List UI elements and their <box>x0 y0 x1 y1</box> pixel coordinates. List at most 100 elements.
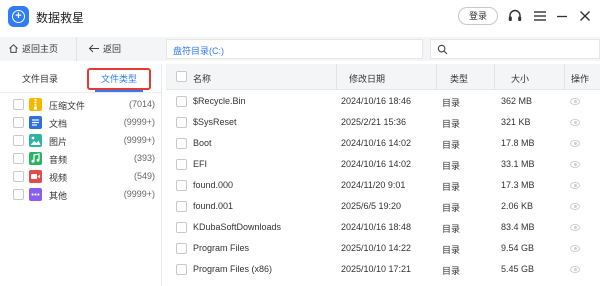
preview-eye-icon[interactable] <box>570 203 580 210</box>
file-name: KDubaSoftDownloads <box>193 222 282 232</box>
app-title: 数据救星 <box>36 11 85 25</box>
tab-file-directory[interactable]: 文件目录 <box>10 68 70 90</box>
home-label: 返回主页 <box>22 44 59 54</box>
select-all-checkbox[interactable] <box>176 71 187 82</box>
modified-date: 2024/11/20 9:01 <box>341 180 406 190</box>
modified-date: 2024/10/16 18:46 <box>341 96 412 106</box>
image-icon <box>29 134 42 147</box>
file-size: 9.54 GB <box>501 243 535 253</box>
row-checkbox[interactable] <box>176 159 187 170</box>
row-checkbox[interactable] <box>176 138 187 149</box>
file-size: 2.06 KB <box>501 201 534 211</box>
file-type: 目录 <box>442 182 461 192</box>
file-size: 33.1 MB <box>501 159 535 169</box>
file-type-checkbox[interactable] <box>13 99 24 110</box>
file-type: 目录 <box>442 266 461 276</box>
audio-icon <box>29 152 42 165</box>
preview-eye-icon[interactable] <box>570 182 580 189</box>
table-row[interactable]: Program Files 2025/10/10 14:22 目录 9.54 GB <box>166 238 600 259</box>
file-type: 目录 <box>442 119 461 129</box>
modified-date: 2025/10/10 17:21 <box>341 264 412 274</box>
table-header: 名称 修改日期 类型 大小 操作 <box>166 64 600 90</box>
preview-eye-icon[interactable] <box>570 245 580 252</box>
file-name: found.001 <box>193 201 234 211</box>
minimize-icon[interactable] <box>553 7 571 25</box>
row-checkbox[interactable] <box>176 222 187 233</box>
file-type-item[interactable]: 压缩文件 (7014) <box>0 96 161 114</box>
row-checkbox[interactable] <box>176 243 187 254</box>
file-type-checkbox[interactable] <box>13 171 24 182</box>
table-row[interactable]: found.000 2024/11/20 9:01 目录 17.3 MB <box>166 175 600 196</box>
file-type-checkbox[interactable] <box>13 189 24 200</box>
column-header-type[interactable]: 类型 <box>450 72 468 85</box>
file-size: 321 KB <box>501 117 531 127</box>
table-row[interactable]: EFI 2024/10/16 14:02 目录 33.1 MB <box>166 154 600 175</box>
column-divider <box>336 64 337 90</box>
file-type-label: 压缩文件 <box>49 101 86 111</box>
preview-eye-icon[interactable] <box>570 161 580 168</box>
preview-eye-icon[interactable] <box>570 119 580 126</box>
title-bar: 数据救星 登录 <box>0 0 600 32</box>
path-text: 盘符目录(C:) <box>173 46 224 56</box>
preview-eye-icon[interactable] <box>570 140 580 147</box>
file-type-checkbox[interactable] <box>13 135 24 146</box>
file-size: 17.3 MB <box>501 180 535 190</box>
file-size: 17.8 MB <box>501 138 535 148</box>
file-type: 目录 <box>442 203 461 213</box>
table-row[interactable]: Boot 2024/10/16 14:02 目录 17.8 MB <box>166 133 600 154</box>
row-checkbox[interactable] <box>176 201 187 212</box>
file-type-item[interactable]: 文档 (9999+) <box>0 114 161 132</box>
preview-eye-icon[interactable] <box>570 266 580 273</box>
row-checkbox[interactable] <box>176 264 187 275</box>
preview-eye-icon[interactable] <box>570 224 580 231</box>
row-checkbox[interactable] <box>176 96 187 107</box>
other-icon <box>29 188 42 201</box>
column-header-date[interactable]: 修改日期 <box>349 72 385 85</box>
file-table: 名称 修改日期 类型 大小 操作 $Recycle.Bin 2024/10/16 … <box>166 64 600 286</box>
table-row[interactable]: $Recycle.Bin 2024/10/16 18:46 目录 362 MB <box>166 91 600 112</box>
home-button[interactable]: 返回主页 <box>8 42 58 55</box>
tab-file-type[interactable]: 文件类型 <box>87 68 151 90</box>
table-row[interactable]: $SysReset 2025/2/21 15:36 目录 321 KB <box>166 112 600 133</box>
table-row[interactable]: KDubaSoftDownloads 2024/10/16 18:48 目录 83.4… <box>166 217 600 238</box>
zip-icon <box>29 98 42 111</box>
file-type: 目录 <box>442 245 461 255</box>
file-name: $SysReset <box>193 117 237 127</box>
table-row[interactable]: Program Files (x86) 2025/10/10 17:21 目录 5.4… <box>166 259 600 280</box>
modified-date: 2024/10/16 14:02 <box>341 159 412 169</box>
back-button[interactable]: 返回 <box>88 42 121 55</box>
search-icon <box>437 44 448 55</box>
file-type-item[interactable]: 音频 (393) <box>0 150 161 168</box>
table-row[interactable]: found.001 2025/6/5 19:20 目录 2.06 KB <box>166 196 600 217</box>
column-header-name[interactable]: 名称 <box>193 72 211 85</box>
file-type: 目录 <box>442 161 461 171</box>
close-icon[interactable] <box>576 7 594 25</box>
file-size: 362 MB <box>501 96 533 106</box>
search-input[interactable] <box>430 39 600 59</box>
file-type-checkbox[interactable] <box>13 153 24 164</box>
file-type: 目录 <box>442 140 461 150</box>
headset-icon[interactable] <box>506 7 524 25</box>
file-type-item[interactable]: 其他 (9999+) <box>0 186 161 204</box>
column-divider <box>564 64 565 90</box>
file-size: 83.4 MB <box>501 222 535 232</box>
column-header-size[interactable]: 大小 <box>511 72 529 85</box>
back-label: 返回 <box>103 44 122 54</box>
file-name: Program Files (x86) <box>193 264 273 274</box>
menu-icon[interactable] <box>531 7 549 25</box>
row-checkbox[interactable] <box>176 180 187 191</box>
file-type-item[interactable]: 视频 (549) <box>0 168 161 186</box>
file-type-label: 音频 <box>49 155 68 165</box>
file-type-item[interactable]: 图片 (9999+) <box>0 132 161 150</box>
row-checkbox[interactable] <box>176 117 187 128</box>
login-button[interactable]: 登录 <box>458 7 498 25</box>
path-field[interactable]: 盘符目录(C:) <box>166 39 423 59</box>
divider <box>76 37 77 61</box>
file-type-checkbox[interactable] <box>13 117 24 128</box>
file-name: EFI <box>193 159 208 169</box>
column-divider <box>436 64 437 90</box>
file-type: 目录 <box>442 224 461 234</box>
preview-eye-icon[interactable] <box>570 98 580 105</box>
file-type-count: (7014) <box>128 99 155 109</box>
file-type: 目录 <box>442 98 461 108</box>
